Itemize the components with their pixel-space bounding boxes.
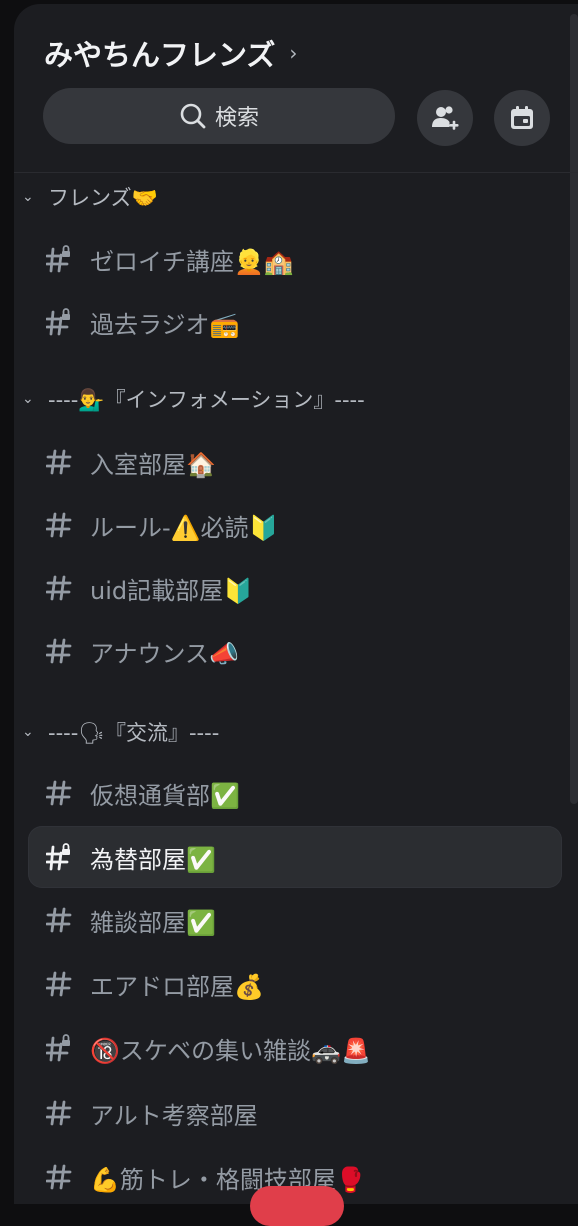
- invite-members-button[interactable]: [417, 90, 473, 146]
- channel-item[interactable]: 雑談部屋✅: [28, 889, 562, 951]
- channel-item[interactable]: アルト考察部屋: [28, 1082, 562, 1144]
- hash-icon: [45, 637, 72, 665]
- chevron-down-icon: ⌄: [22, 189, 34, 205]
- category-friends[interactable]: ⌄ フレンズ🤝: [22, 182, 158, 212]
- header-divider: [14, 172, 578, 173]
- channel-item[interactable]: 仮想通貨部✅: [28, 762, 562, 824]
- calendar-icon: [511, 106, 533, 129]
- channel-label: エアドロ部屋💰: [90, 972, 264, 1001]
- channel-label: 為替部屋✅: [90, 845, 216, 874]
- channel-item[interactable]: ルール-⚠️必読🔰: [28, 494, 562, 556]
- locked-hash-icon: [45, 843, 72, 871]
- search-label: 検索: [214, 106, 259, 131]
- channel-item[interactable]: 入室部屋🏠: [28, 431, 562, 493]
- category-exchange[interactable]: ⌄ ----🗣『交流』----: [22, 717, 219, 747]
- category-information[interactable]: ⌄ ----💁‍♂️『インフォメーション』----: [22, 384, 365, 414]
- hash-icon: [45, 1163, 72, 1191]
- channel-item-selected[interactable]: 為替部屋✅: [28, 826, 562, 888]
- channel-item[interactable]: 🔞スケベの集い雑談🚓🚨: [28, 1017, 562, 1079]
- channel-label: アルト考察部屋: [90, 1101, 258, 1130]
- hash-icon: [45, 970, 72, 998]
- add-member-icon: [432, 106, 459, 130]
- channel-label: 🔞スケベの集い雑談🚓🚨: [90, 1036, 371, 1065]
- channel-item[interactable]: アナウンス📣: [28, 620, 562, 682]
- server-header[interactable]: みやちんフレンズ ›: [44, 32, 297, 74]
- channel-label: uid記載部屋🔰: [90, 576, 253, 605]
- channel-label: 仮想通貨部✅: [90, 781, 240, 810]
- locked-hash-icon: [45, 308, 72, 336]
- channel-label: 雑談部屋✅: [90, 908, 216, 937]
- channel-label: ゼロイチ講座👱🏫: [90, 247, 294, 276]
- hash-icon: [45, 574, 72, 602]
- search-button[interactable]: 検索: [43, 88, 395, 144]
- chevron-down-icon: ⌄: [22, 724, 34, 740]
- category-label: フレンズ🤝: [48, 186, 158, 210]
- channel-label: 入室部屋🏠: [90, 450, 216, 479]
- hash-icon: [45, 448, 72, 476]
- hash-icon: [45, 906, 72, 934]
- category-label: ----💁‍♂️『インフォメーション』----: [48, 388, 365, 412]
- search-icon: [180, 103, 206, 129]
- channel-sidebar: みやちんフレンズ › 検索 ⌄ フレンズ🤝 ⌄: [14, 4, 578, 1204]
- locked-hash-icon: [45, 1034, 72, 1062]
- events-button[interactable]: [494, 90, 550, 146]
- floating-action-button[interactable]: [250, 1186, 344, 1226]
- hash-icon: [45, 511, 72, 539]
- channel-label: アナウンス📣: [90, 639, 239, 668]
- chevron-down-icon: ⌄: [22, 391, 34, 407]
- locked-hash-icon: [45, 245, 72, 273]
- channel-item[interactable]: エアドロ部屋💰: [28, 953, 562, 1015]
- category-label: ----🗣『交流』----: [48, 721, 220, 745]
- server-name: みやちんフレンズ: [44, 38, 276, 72]
- channel-item[interactable]: 過去ラジオ📻: [28, 291, 562, 353]
- chevron-right-icon: ›: [289, 41, 298, 65]
- channel-label: 過去ラジオ📻: [90, 310, 240, 339]
- hash-icon: [45, 779, 72, 807]
- channel-item[interactable]: uid記載部屋🔰: [28, 557, 562, 619]
- channel-label: ルール-⚠️必読🔰: [90, 513, 279, 542]
- channel-item[interactable]: ゼロイチ講座👱🏫: [28, 228, 562, 290]
- hash-icon: [45, 1099, 72, 1127]
- scrollbar[interactable]: [570, 14, 578, 804]
